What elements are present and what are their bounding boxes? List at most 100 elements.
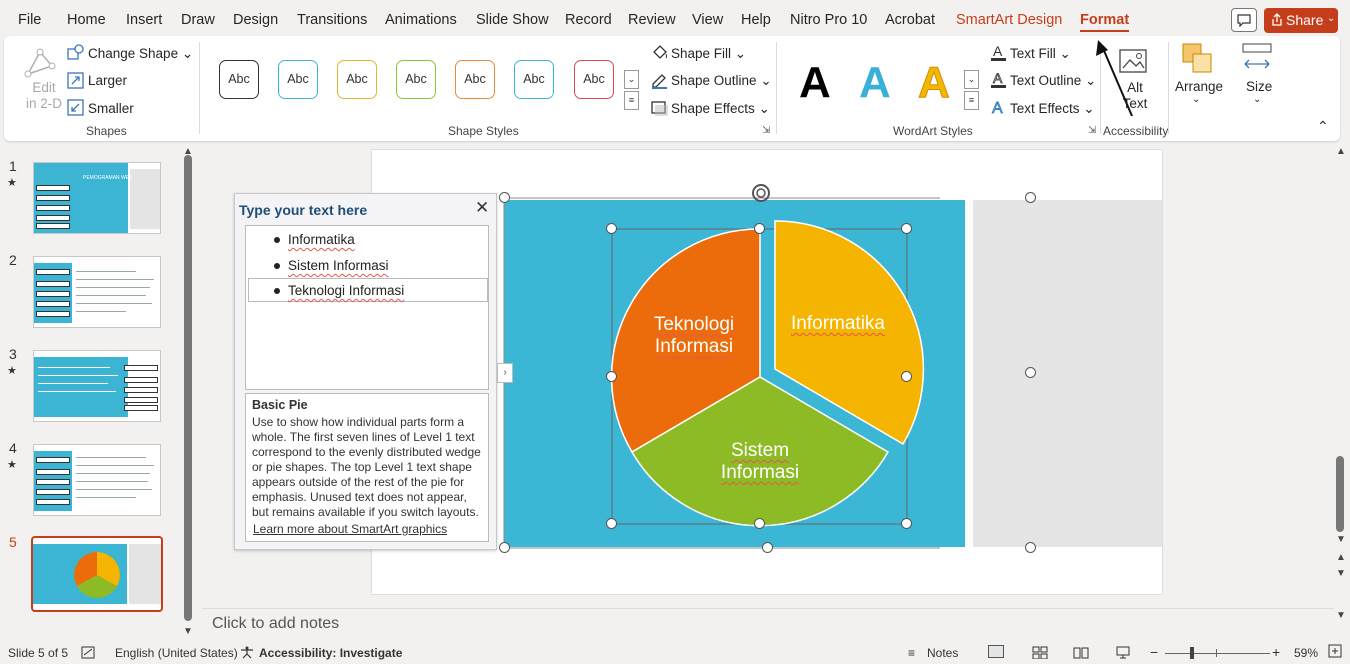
- wordart-scroll-down[interactable]: ⌄: [964, 70, 979, 89]
- zoom-slider-thumb[interactable]: [1190, 647, 1194, 659]
- slide-thumbnail-5[interactable]: [31, 536, 163, 612]
- share-button[interactable]: Share ⌄: [1264, 8, 1338, 33]
- menu-design[interactable]: Design: [233, 12, 278, 28]
- text-effects-button[interactable]: Text Effects ⌄: [1010, 101, 1095, 117]
- resize-handle[interactable]: [499, 542, 510, 553]
- resize-handle[interactable]: [1025, 542, 1036, 553]
- scroll-down-arrow-icon[interactable]: ▼: [1336, 534, 1346, 545]
- text-pane-item[interactable]: Teknologi Informasi: [288, 283, 404, 298]
- menu-home[interactable]: Home: [67, 12, 106, 28]
- shape-handle[interactable]: [754, 518, 765, 529]
- styles-scroll-down[interactable]: ⌄: [624, 70, 639, 89]
- fit-to-window-icon[interactable]: [1328, 644, 1342, 661]
- change-shape-button[interactable]: Change Shape ⌄: [88, 46, 193, 62]
- normal-view-icon[interactable]: [988, 645, 1004, 658]
- menu-view[interactable]: View: [692, 12, 723, 28]
- notes-button[interactable]: Notes: [927, 646, 958, 660]
- shape-handle[interactable]: [606, 518, 617, 529]
- text-pane-item[interactable]: Sistem Informasi: [288, 258, 389, 273]
- smaller-button[interactable]: Smaller: [88, 101, 134, 116]
- menu-nitro[interactable]: Nitro Pro 10: [790, 12, 867, 28]
- shape-style-4[interactable]: Abc: [396, 60, 436, 99]
- text-fill-button[interactable]: Text Fill ⌄: [1010, 46, 1071, 62]
- scroll-down-arrow-icon[interactable]: ▼: [183, 626, 193, 637]
- shape-handle[interactable]: [606, 371, 617, 382]
- shape-style-2[interactable]: Abc: [278, 60, 318, 99]
- resize-handle[interactable]: [762, 542, 773, 553]
- reading-view-icon[interactable]: [1073, 646, 1089, 662]
- shape-effects-button[interactable]: Shape Effects ⌄: [671, 101, 770, 117]
- close-icon[interactable]: ✕: [475, 198, 489, 218]
- shape-style-3[interactable]: Abc: [337, 60, 377, 99]
- shape-handle[interactable]: [901, 518, 912, 529]
- language-status[interactable]: English (United States): [115, 646, 238, 660]
- shape-handle[interactable]: [901, 223, 912, 234]
- scroll-down-arrow-icon[interactable]: ▼: [1336, 610, 1346, 621]
- text-pane-item[interactable]: Informatika: [288, 232, 355, 247]
- learn-more-link[interactable]: Learn more about SmartArt graphics: [253, 522, 447, 536]
- shape-handle[interactable]: [901, 371, 912, 382]
- scroll-up-arrow-icon[interactable]: ▲: [183, 146, 193, 157]
- text-pane-toggle-button[interactable]: ›: [497, 363, 513, 383]
- menu-insert[interactable]: Insert: [126, 12, 162, 28]
- menu-animations[interactable]: Animations: [385, 12, 457, 28]
- slideshow-icon[interactable]: [1116, 646, 1130, 662]
- collapse-ribbon-icon[interactable]: ⌃: [1317, 118, 1329, 135]
- shape-outline-button[interactable]: Shape Outline ⌄: [671, 73, 772, 89]
- arrange-button[interactable]: Arrange: [1175, 79, 1223, 94]
- dialog-launcher-icon[interactable]: ⇲: [762, 125, 770, 136]
- menu-transitions[interactable]: Transitions: [297, 12, 367, 28]
- resize-handle[interactable]: [1025, 192, 1036, 203]
- shape-style-1[interactable]: Abc: [219, 60, 259, 99]
- wordart-style-3[interactable]: A: [918, 58, 951, 108]
- shape-handle[interactable]: [606, 223, 617, 234]
- wordart-style-1[interactable]: A: [799, 58, 831, 108]
- shape-fill-button[interactable]: Shape Fill ⌄: [671, 46, 746, 62]
- text-pane-list[interactable]: Informatika Sistem Informasi Teknologi I…: [245, 225, 489, 390]
- menu-format[interactable]: Format: [1080, 12, 1130, 32]
- editor-scrollbar[interactable]: [1336, 456, 1344, 532]
- slide-sorter-icon[interactable]: [1032, 646, 1048, 662]
- shape-style-7[interactable]: Abc: [574, 60, 614, 99]
- larger-icon: [67, 72, 84, 92]
- shape-handle[interactable]: [754, 223, 765, 234]
- accessibility-status[interactable]: Accessibility: Investigate: [259, 646, 402, 660]
- next-slide-icon[interactable]: ▼: [1336, 568, 1346, 579]
- menu-file[interactable]: File: [18, 12, 41, 28]
- smartart-pie[interactable]: [500, 180, 940, 560]
- larger-button[interactable]: Larger: [88, 73, 127, 88]
- scroll-up-arrow-icon[interactable]: ▲: [1336, 146, 1346, 157]
- styles-more-button[interactable]: ≡: [624, 91, 639, 110]
- text-outline-button[interactable]: Text Outline ⌄: [1010, 73, 1096, 89]
- rotate-handle-icon[interactable]: [752, 184, 770, 202]
- menu-acrobat[interactable]: Acrobat: [885, 12, 935, 28]
- size-button[interactable]: Size: [1246, 79, 1272, 94]
- zoom-level[interactable]: 59%: [1294, 646, 1318, 660]
- menu-review[interactable]: Review: [628, 12, 676, 28]
- dialog-launcher-icon[interactable]: ⇲: [1088, 125, 1096, 136]
- zoom-out-button[interactable]: −: [1150, 644, 1158, 660]
- wordart-more-button[interactable]: ≡: [964, 91, 979, 110]
- zoom-in-button[interactable]: +: [1272, 644, 1280, 660]
- shape-style-5[interactable]: Abc: [455, 60, 495, 99]
- menu-draw[interactable]: Draw: [181, 12, 215, 28]
- size-icon: [1241, 42, 1273, 77]
- wordart-style-2[interactable]: A: [859, 58, 891, 108]
- shape-style-6[interactable]: Abc: [514, 60, 554, 99]
- notes-pane[interactable]: Click to add notes: [202, 608, 1334, 638]
- menu-smartart-design[interactable]: SmartArt Design: [956, 12, 1062, 28]
- thumbnails-scrollbar[interactable]: [184, 155, 192, 621]
- slide-thumbnail-2[interactable]: [33, 256, 161, 328]
- menu-record[interactable]: Record: [565, 12, 612, 28]
- spelling-icon[interactable]: [81, 646, 95, 662]
- menu-slide-show[interactable]: Slide Show: [476, 12, 549, 28]
- resize-handle[interactable]: [499, 192, 510, 203]
- zoom-slider-track[interactable]: [1165, 653, 1270, 654]
- previous-slide-icon[interactable]: ▲: [1336, 552, 1346, 563]
- comments-button[interactable]: [1231, 8, 1257, 32]
- menu-help[interactable]: Help: [741, 12, 771, 28]
- resize-handle[interactable]: [1025, 367, 1036, 378]
- slide-thumbnail-1[interactable]: PEMOGRAMAN WEB: [33, 162, 161, 234]
- slide-thumbnail-3[interactable]: [33, 350, 161, 422]
- slide-thumbnail-4[interactable]: [33, 444, 161, 516]
